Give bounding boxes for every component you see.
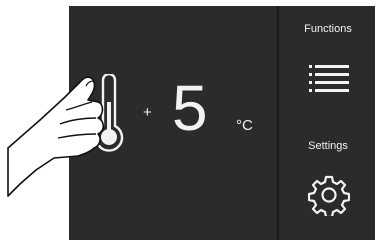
menu-list-icon[interactable] <box>309 63 349 100</box>
temperature-sign: + <box>143 104 152 121</box>
temperature-value: 5 <box>172 72 208 144</box>
sidebar-divider <box>277 6 279 240</box>
functions-label[interactable]: Functions <box>280 23 376 35</box>
thermometer-icon[interactable] <box>92 72 126 161</box>
settings-label[interactable]: Settings <box>280 140 376 152</box>
temperature-unit: °C <box>236 117 253 134</box>
gear-icon[interactable] <box>307 174 351 221</box>
